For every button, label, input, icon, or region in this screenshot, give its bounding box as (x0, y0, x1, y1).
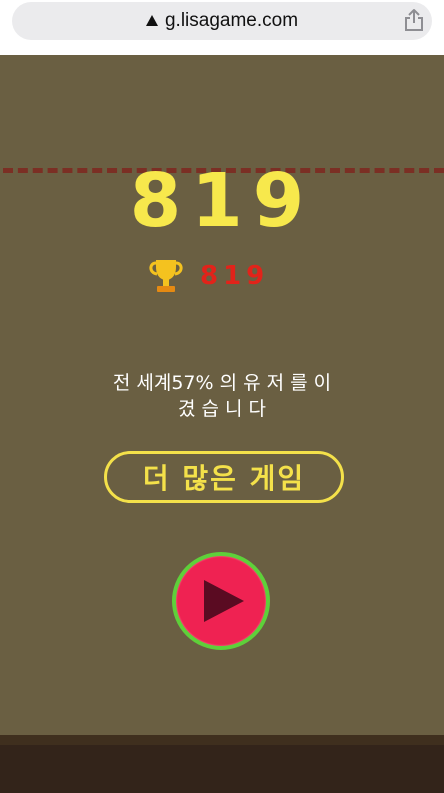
warning-triangle-icon (145, 14, 158, 26)
share-icon[interactable] (403, 8, 425, 32)
browser-toolbar: g.lisagame.com (0, 0, 444, 55)
game-area: 819 819 전 세계57% 의 유 저 를 이 겼 습 니 다 더 많은 게… (0, 55, 444, 735)
ground (0, 745, 444, 793)
more-games-button[interactable]: 더 많은 게임 (104, 451, 344, 503)
best-score: 819 (200, 261, 270, 291)
trophy-icon (149, 260, 183, 292)
percentile-message-text: 전 세계57% 의 유 저 를 이 겼 습 니 다 (112, 372, 332, 420)
current-score: 819 (129, 158, 315, 244)
address-content: g.lisagame.com (12, 2, 432, 40)
play-again-button[interactable] (172, 552, 270, 650)
url-text: g.lisagame.com (164, 10, 299, 31)
address-bar[interactable]: g.lisagame.com (12, 2, 432, 40)
play-icon (204, 580, 244, 622)
best-score-row: 819 (146, 256, 269, 296)
ground-edge (0, 735, 444, 745)
percentile-message: 전 세계57% 의 유 저 를 이 겼 습 니 다 (60, 370, 384, 422)
